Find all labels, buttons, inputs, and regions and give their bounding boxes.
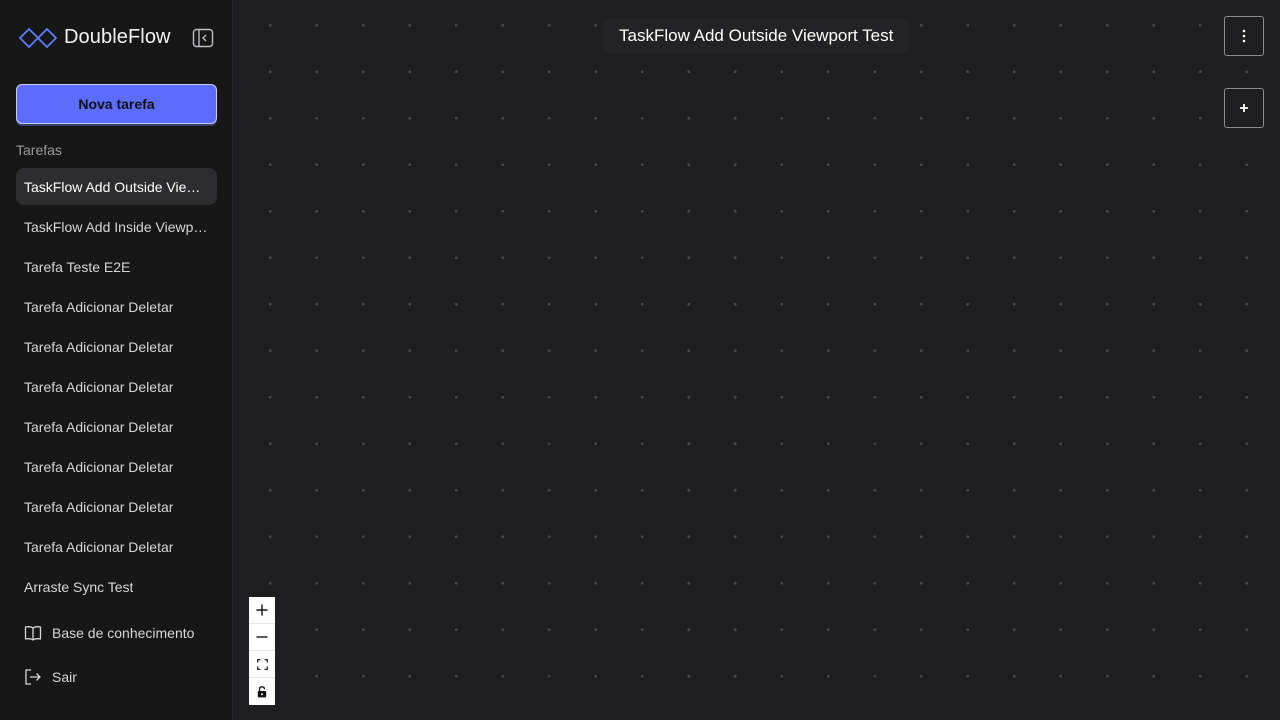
task-item[interactable]: Arraste Sync Test: [16, 568, 217, 605]
zoom-controls: [249, 597, 275, 705]
task-item[interactable]: Tarefa Adicionar Deletar: [16, 328, 217, 365]
task-item-label: Tarefa Adicionar Deletar: [24, 538, 174, 555]
task-item-label: TaskFlow Add Outside Viewport Test: [24, 178, 209, 195]
book-icon: [24, 626, 42, 641]
task-item-label: Tarefa Adicionar Deletar: [24, 498, 174, 515]
task-item-label: Tarefa Adicionar Deletar: [24, 338, 174, 355]
task-item[interactable]: Tarefa Adicionar Deletar: [16, 528, 217, 565]
fit-view-icon: [256, 658, 268, 670]
task-item[interactable]: Tarefa Adicionar Deletar: [16, 488, 217, 525]
task-item[interactable]: Tarefa Adicionar Deletar: [16, 448, 217, 485]
app-logo[interactable]: DoubleFlow: [18, 26, 171, 49]
task-item-label: Tarefa Adicionar Deletar: [24, 298, 174, 315]
fit-view-button[interactable]: [249, 651, 275, 678]
canvas-title: TaskFlow Add Outside Viewport Test: [603, 19, 910, 53]
sidebar-collapse-button[interactable]: [192, 28, 214, 48]
knowledge-base-link[interactable]: Base de conhecimento: [24, 624, 194, 642]
logout-label: Sair: [52, 669, 77, 685]
task-item-label: Tarefa Adicionar Deletar: [24, 378, 174, 395]
infinity-diamond-icon: [18, 27, 58, 48]
minus-icon: [256, 636, 268, 638]
task-item-label: TaskFlow Add Inside Viewport Test: [24, 218, 209, 235]
task-item[interactable]: Tarefa Adicionar Deletar: [16, 368, 217, 405]
task-item[interactable]: Tarefa Adicionar Deletar: [16, 288, 217, 325]
app-name: DoubleFlow: [64, 26, 171, 48]
task-item[interactable]: TaskFlow Add Outside Viewport Test: [16, 168, 217, 205]
plus-icon: [256, 604, 268, 616]
vertical-dots-icon: [1242, 29, 1246, 43]
task-item-label: Tarefa Adicionar Deletar: [24, 458, 174, 475]
tasks-section-label: Tarefas: [16, 142, 62, 158]
task-item-label: Tarefa Adicionar Deletar: [24, 418, 174, 435]
logout-icon: [25, 669, 41, 685]
logout-link[interactable]: Sair: [24, 668, 77, 686]
task-item[interactable]: Tarefa Teste E2E: [16, 248, 217, 285]
plus-icon: [1240, 104, 1248, 112]
sidebar-collapse-icon: [192, 28, 214, 48]
task-item[interactable]: Tarefa Adicionar Deletar: [16, 408, 217, 445]
new-task-button[interactable]: Nova tarefa: [16, 84, 217, 124]
task-item-label: Arraste Sync Test: [24, 578, 134, 595]
lock-icon: [257, 685, 267, 697]
knowledge-base-label: Base de conhecimento: [52, 625, 195, 641]
zoom-in-button[interactable]: [249, 597, 275, 624]
flow-canvas[interactable]: [234, 0, 1280, 720]
task-item[interactable]: TaskFlow Add Inside Viewport Test: [16, 208, 217, 245]
add-node-button[interactable]: [1224, 88, 1264, 128]
task-list: TaskFlow Add Outside Viewport Test TaskF…: [16, 168, 217, 608]
menu-button[interactable]: [1224, 16, 1264, 56]
zoom-out-button[interactable]: [249, 624, 275, 651]
sidebar: DoubleFlow Nova tarefa Tarefas TaskFlow …: [0, 0, 233, 720]
lock-button[interactable]: [249, 678, 275, 705]
task-item-label: Tarefa Teste E2E: [24, 258, 131, 275]
